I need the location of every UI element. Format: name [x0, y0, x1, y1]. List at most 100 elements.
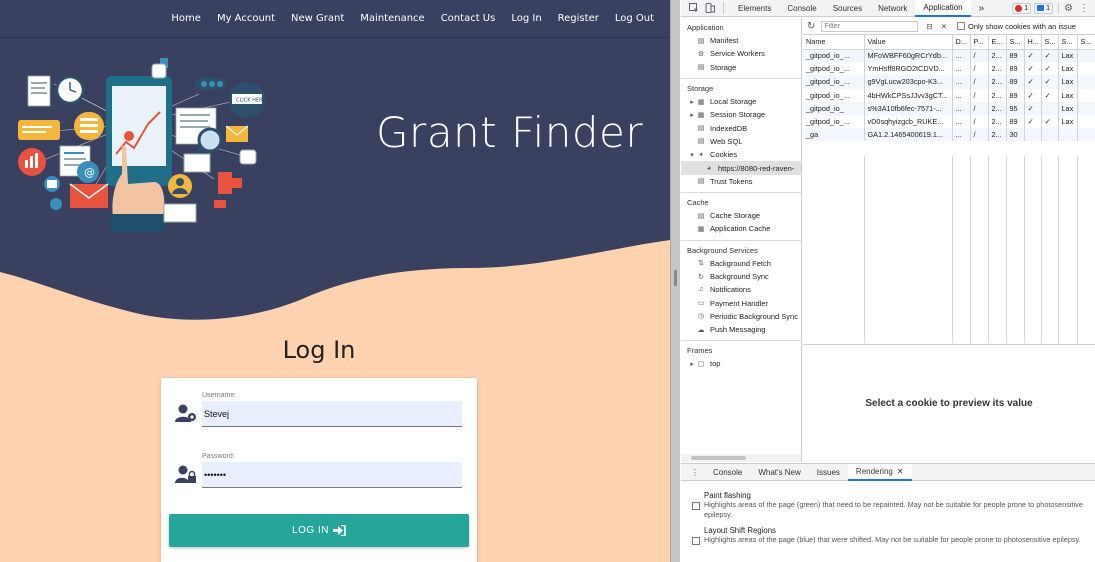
table-row[interactable]: _ga GA1.2.1465400619.1....../2... 30 — [803, 128, 1095, 142]
cell-path: / — [970, 62, 989, 76]
sidebar-item-cookie-origin[interactable]: ◕ https://8080-red-raven- — [681, 161, 801, 175]
drawer-tab-issues[interactable]: Issues — [809, 464, 848, 481]
nav-log-in[interactable]: Log In — [511, 13, 541, 24]
cell-domain: ... — [952, 75, 971, 89]
sidebar-item-web-sql[interactable]: ▤ Web SQL — [681, 135, 801, 148]
cell-path: / — [970, 88, 989, 102]
col-path[interactable]: P... — [970, 35, 989, 50]
sidebar-item-indexeddb[interactable]: ▤ IndexedDB — [681, 121, 801, 134]
nav-my-account[interactable]: My Account — [217, 13, 275, 24]
col-sameparty[interactable]: S... — [1077, 35, 1095, 50]
error-count-badge[interactable]: 1 — [1012, 2, 1032, 14]
tab-sources[interactable]: Sources — [825, 0, 870, 17]
sidebar-item-frame-top[interactable]: ▸ ▢ top — [681, 357, 801, 370]
login-card: Username: Password: LOG IN — [161, 378, 477, 562]
sidebar-item-session-storage[interactable]: ▸ ▦ Session Storage — [681, 108, 801, 121]
cell-value: g9VgLucw203cpo-K3... — [864, 75, 953, 89]
more-tabs-button[interactable]: » — [971, 0, 993, 17]
username-label: Username: — [202, 392, 237, 399]
clear-filtered-icon[interactable]: ⊟ — [926, 22, 932, 31]
only-issue-checkbox[interactable] — [956, 22, 965, 30]
table-row[interactable]: _gitpod_io_ s%3A10fb6fec-7571-....../2...… — [803, 101, 1095, 115]
password-input[interactable] — [202, 462, 462, 488]
col-domain[interactable]: D... — [952, 35, 971, 50]
col-httponly[interactable]: H... — [1024, 35, 1042, 50]
sidebar-horizontal-scrollbar[interactable] — [681, 454, 801, 462]
tab-network[interactable]: Network — [870, 0, 915, 17]
drawer-menu-icon[interactable]: ⋮ — [681, 468, 705, 477]
col-samesite[interactable]: S... — [1058, 35, 1078, 50]
col-expires[interactable]: E... — [988, 35, 1007, 50]
nav-log-out[interactable]: Log Out — [615, 13, 654, 24]
sidebar-item-application-cache[interactable]: ▦ Application Cache — [681, 222, 801, 235]
scrollbar-thumb[interactable] — [691, 456, 746, 460]
database-icon: ▤ — [697, 212, 705, 220]
collapse-arrow-icon: ▾ — [690, 151, 694, 159]
top-nav: Home My Account New Grant Maintenance Co… — [0, 0, 670, 38]
panel-resize-divider[interactable] — [670, 0, 680, 562]
sidebar-item-manifest[interactable]: ▤ Manifest — [681, 34, 801, 47]
inspect-element-icon[interactable] — [687, 2, 701, 14]
col-secure[interactable]: S... — [1041, 35, 1059, 50]
nav-home[interactable]: Home — [171, 13, 201, 24]
devtools-tabbar: Elements Console Sources Network Applica… — [681, 0, 1095, 17]
table-row[interactable]: _gitpod_io_... YmHsff8RGO2tCDVD....../2..… — [803, 62, 1095, 76]
col-value[interactable]: Value — [864, 35, 953, 50]
refresh-icon[interactable]: ↻ — [807, 21, 815, 32]
section-frames: Frames — [687, 346, 713, 356]
close-tab-icon[interactable]: ✕ — [897, 467, 904, 476]
paint-flashing-checkbox[interactable] — [692, 502, 700, 510]
tab-console[interactable]: Console — [779, 0, 824, 17]
message-count-badge[interactable]: 1 — [1034, 2, 1054, 14]
drawer-tabbar: ⋮ Console What's New Issues Rendering ✕ — [681, 463, 1095, 481]
devtools-panel: Elements Console Sources Network Applica… — [681, 0, 1095, 562]
cell-name: _ga — [803, 128, 865, 142]
col-line — [1041, 156, 1042, 343]
card-icon: ▭ — [697, 300, 705, 308]
kebab-menu-icon[interactable]: ⋮ — [1079, 3, 1089, 14]
sidebar-item-cookies[interactable]: ▾ ◕ Cookies — [681, 148, 801, 161]
device-toolbar-icon[interactable] — [703, 2, 717, 14]
layout-shift-checkbox[interactable] — [692, 537, 700, 545]
website-viewport: Home My Account New Grant Maintenance Co… — [0, 0, 670, 562]
table-row[interactable]: _gitpod_io_... g9VgLucw203cpo-K3....../2.… — [803, 75, 1095, 89]
frame-icon: ▢ — [697, 360, 705, 368]
login-heading: Log In — [282, 336, 356, 364]
sidebar-item-background-sync[interactable]: ↻ Background Sync — [681, 270, 801, 283]
nav-contact-us[interactable]: Contact Us — [441, 13, 496, 24]
drawer-tab-whats-new[interactable]: What's New — [750, 464, 808, 481]
table-row[interactable]: _gitpod_io_... 4bHWkCPSsJJvv3gCT....../2.… — [803, 88, 1095, 102]
nav-new-grant[interactable]: New Grant — [291, 13, 344, 24]
tab-application[interactable]: Application — [915, 0, 971, 17]
col-size[interactable]: S... — [1006, 35, 1025, 50]
sidebar-item-notifications[interactable]: ♫ Notifications — [681, 283, 801, 296]
sidebar-item-background-fetch[interactable]: ⇅ Background Fetch — [681, 257, 801, 270]
grid-icon: ▦ — [697, 225, 705, 233]
cell-value: YmHsff8RGO2tCDVD... — [864, 62, 953, 76]
table-row[interactable]: _gitpod_io_... vD0sqhyizgcb_RUKE....../2.… — [803, 114, 1095, 129]
table-row[interactable]: _gitpod_io_... MFoWBFF60gRCrYdb....../2..… — [803, 49, 1095, 63]
sidebar-item-local-storage[interactable]: ▸ ▦ Local Storage — [681, 95, 801, 108]
settings-gear-icon[interactable]: ⚙ — [1064, 3, 1073, 14]
divider-grip[interactable] — [674, 270, 677, 286]
cookie-filter-input[interactable] — [821, 20, 919, 32]
tab-elements[interactable]: Elements — [730, 0, 779, 17]
cell-domain: ... — [952, 88, 971, 102]
delete-selected-icon[interactable]: ✕ — [941, 22, 947, 31]
sidebar-item-cache-storage[interactable]: ▤ Cache Storage — [681, 209, 801, 222]
sidebar-item-storage[interactable]: ▤ Storage — [681, 61, 801, 74]
login-button[interactable]: LOG IN — [169, 514, 469, 547]
sidebar-item-trust-tokens[interactable]: ▤ Trust Tokens — [681, 175, 801, 188]
sidebar-item-payment-handler[interactable]: ▭ Payment Handler — [681, 296, 801, 309]
username-input[interactable] — [202, 401, 462, 427]
sidebar-item-periodic-background-sync[interactable]: ◷ Periodic Background Sync — [681, 310, 801, 323]
error-icon — [1015, 4, 1023, 12]
drawer-tab-rendering[interactable]: Rendering ✕ — [847, 463, 912, 481]
sidebar-item-service-workers[interactable]: ⚙ Service Workers — [681, 47, 801, 60]
sidebar-item-push-messaging[interactable]: ☁ Push Messaging — [681, 323, 801, 336]
drawer-tab-console[interactable]: Console — [705, 464, 750, 481]
nav-maintenance[interactable]: Maintenance — [360, 13, 424, 24]
expand-arrow-icon: ▸ — [690, 98, 694, 106]
col-name[interactable]: Name — [803, 35, 865, 50]
nav-register[interactable]: Register — [558, 13, 599, 24]
